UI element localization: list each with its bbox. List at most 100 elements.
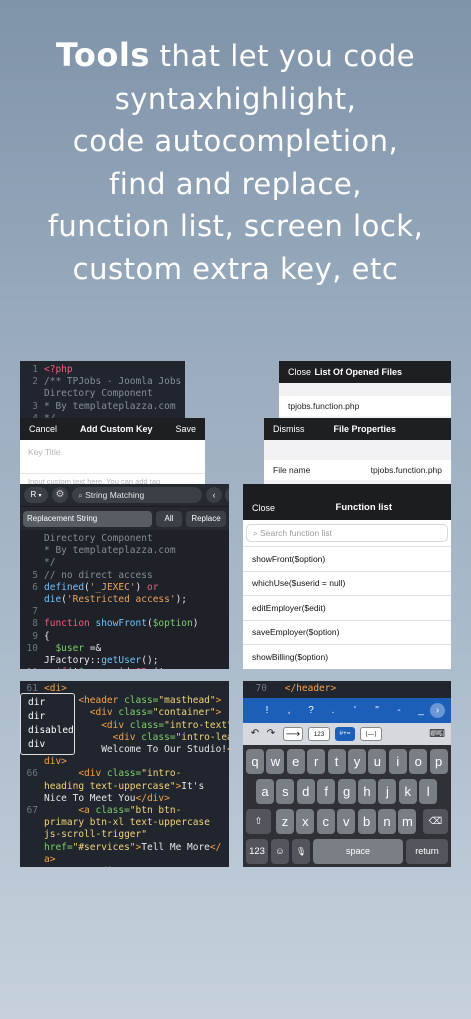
editing-tool-key[interactable]: ⟶ bbox=[283, 727, 303, 741]
opened-files-close-button[interactable]: Close bbox=[288, 367, 311, 377]
function-list-item[interactable]: showBilling($option) bbox=[243, 645, 451, 669]
emoji-key[interactable]: ☺ bbox=[271, 839, 289, 864]
next-match-button[interactable]: › bbox=[225, 487, 229, 503]
previous-match-button[interactable]: ‹ bbox=[206, 487, 222, 503]
autocomplete-suggestion[interactable]: div bbox=[21, 738, 74, 752]
key-m[interactable]: m bbox=[398, 809, 417, 834]
language-picker[interactable]: R ▾ bbox=[24, 487, 48, 503]
editing-tool-key[interactable]: #+= bbox=[335, 727, 355, 741]
code-line-number: 1 bbox=[32, 364, 38, 375]
function-list-item[interactable]: whichUse($userid = null) bbox=[243, 571, 451, 596]
extra-key[interactable]: _ bbox=[413, 702, 429, 720]
key-d[interactable]: d bbox=[296, 779, 315, 804]
function-search-input[interactable]: ⌕ Search function list bbox=[246, 524, 448, 542]
microphone-icon[interactable]: 🎙 bbox=[292, 839, 310, 864]
key-c[interactable]: c bbox=[316, 809, 335, 834]
code-token: </ bbox=[227, 744, 229, 755]
code-token: div> bbox=[44, 756, 67, 768]
extra-key-bar: !,?. ' " - _ › bbox=[243, 698, 451, 723]
code-line: 10 $user =& bbox=[20, 643, 229, 655]
keyboard-dismiss-icon[interactable]: ⌨ bbox=[429, 727, 445, 740]
extra-key[interactable]: ' bbox=[347, 702, 363, 720]
key-h[interactable]: h bbox=[358, 779, 376, 804]
function-list-item[interactable]: showFront($option) bbox=[243, 547, 451, 572]
key-e[interactable]: e bbox=[286, 749, 305, 774]
key-z[interactable]: z bbox=[276, 809, 294, 834]
function-list-close-button[interactable]: Close bbox=[252, 503, 275, 513]
extra-key[interactable]: - bbox=[391, 702, 407, 720]
code-token: ) bbox=[135, 581, 147, 593]
search-input[interactable]: ⌕ String Matching bbox=[72, 487, 202, 503]
function-list-item[interactable]: saveEmployer($option) bbox=[243, 620, 451, 645]
code-token: </div> bbox=[44, 866, 124, 867]
space-key[interactable]: space bbox=[313, 839, 403, 864]
key-r[interactable]: r bbox=[307, 749, 326, 774]
save-button[interactable]: Save bbox=[175, 424, 196, 434]
opened-files-title: List Of Opened Files bbox=[314, 367, 402, 377]
autocomplete-suggestion[interactable]: dir bbox=[21, 710, 74, 724]
key-k[interactable]: k bbox=[398, 779, 417, 804]
code-line-number: 2 bbox=[32, 376, 38, 388]
chevron-right-icon[interactable]: › bbox=[430, 703, 445, 718]
key-o[interactable]: o bbox=[409, 749, 428, 774]
editing-tool-key[interactable]: 123 bbox=[308, 727, 330, 741]
code-line: Nice To Meet You</div> bbox=[26, 793, 229, 805]
code-line: 9{ bbox=[20, 631, 229, 643]
key-n[interactable]: n bbox=[378, 809, 396, 834]
editing-tool-key[interactable]: ↷ bbox=[265, 727, 277, 741]
editing-tool-key[interactable]: ⟨—⟩ bbox=[360, 727, 382, 741]
code-line: Directory Component bbox=[20, 388, 185, 400]
dismiss-button[interactable]: Dismiss bbox=[273, 424, 305, 434]
key-w[interactable]: w bbox=[266, 749, 285, 774]
search-value: String Matching bbox=[85, 490, 145, 500]
gear-icon[interactable]: ⚙ bbox=[52, 487, 68, 503]
key-l[interactable]: l bbox=[419, 779, 438, 804]
extra-key[interactable]: . bbox=[325, 702, 341, 720]
key-p[interactable]: p bbox=[429, 749, 448, 774]
key-g[interactable]: g bbox=[337, 779, 356, 804]
key-j[interactable]: j bbox=[378, 779, 397, 804]
replace-all-button[interactable]: All bbox=[156, 511, 182, 527]
key-s[interactable]: s bbox=[276, 779, 295, 804]
file-properties-sheet: Dismiss File Properties File name tpjobs… bbox=[264, 418, 451, 488]
code-line-text: </header> bbox=[284, 683, 337, 694]
code-token: getUser bbox=[101, 655, 142, 667]
autocomplete-suggestion[interactable]: disabled bbox=[21, 724, 74, 738]
extra-key[interactable]: ? bbox=[303, 702, 319, 720]
custom-key-navbar: Cancel Add Custom Key Save bbox=[20, 418, 205, 440]
code-token: =& bbox=[89, 642, 102, 654]
return-key[interactable]: return bbox=[406, 839, 448, 864]
shift-key[interactable]: ⇧ bbox=[246, 809, 271, 834]
delete-key[interactable]: ⌫ bbox=[423, 809, 448, 834]
key-y[interactable]: y bbox=[348, 749, 366, 774]
find-code-editor[interactable]: Directory Component * By templateplazza.c… bbox=[20, 530, 229, 669]
code-line: 67 <a class="btn btn- bbox=[26, 805, 229, 817]
extra-key[interactable]: , bbox=[281, 702, 297, 720]
key-x[interactable]: x bbox=[296, 809, 315, 834]
extra-key[interactable]: ! bbox=[259, 702, 275, 720]
replace-input[interactable]: Replacement String bbox=[23, 511, 152, 527]
function-list-item[interactable]: editEmployer($edit) bbox=[243, 596, 451, 621]
autocomplete-suggestion[interactable]: dir bbox=[21, 696, 74, 710]
editing-tool-key[interactable]: ↶ bbox=[249, 727, 261, 741]
code-token: die bbox=[44, 594, 62, 606]
numbers-key[interactable]: 123 bbox=[246, 839, 268, 864]
key-title-input[interactable]: Key Title bbox=[20, 440, 205, 474]
code-token: Nice To Meet You bbox=[44, 792, 136, 804]
replace-button[interactable]: Replace bbox=[186, 511, 226, 527]
key-v[interactable]: v bbox=[337, 809, 356, 834]
cancel-button[interactable]: Cancel bbox=[29, 424, 57, 434]
key-t[interactable]: t bbox=[327, 749, 346, 774]
opened-file-item[interactable]: tpjobs.function.php bbox=[279, 396, 451, 416]
extra-key[interactable]: " bbox=[369, 702, 385, 720]
key-f[interactable]: f bbox=[317, 779, 336, 804]
key-a[interactable]: a bbox=[256, 779, 274, 804]
key-i[interactable]: i bbox=[388, 749, 407, 774]
file-properties-title: File Properties bbox=[333, 424, 396, 434]
headline-line2: syntaxhighlight, bbox=[114, 81, 357, 116]
key-q[interactable]: q bbox=[246, 749, 264, 774]
code-line-number: 10 bbox=[26, 642, 38, 654]
code-line: 6 defined('_JEXEC') or bbox=[20, 582, 229, 594]
key-u[interactable]: u bbox=[368, 749, 387, 774]
key-b[interactable]: b bbox=[357, 809, 376, 834]
